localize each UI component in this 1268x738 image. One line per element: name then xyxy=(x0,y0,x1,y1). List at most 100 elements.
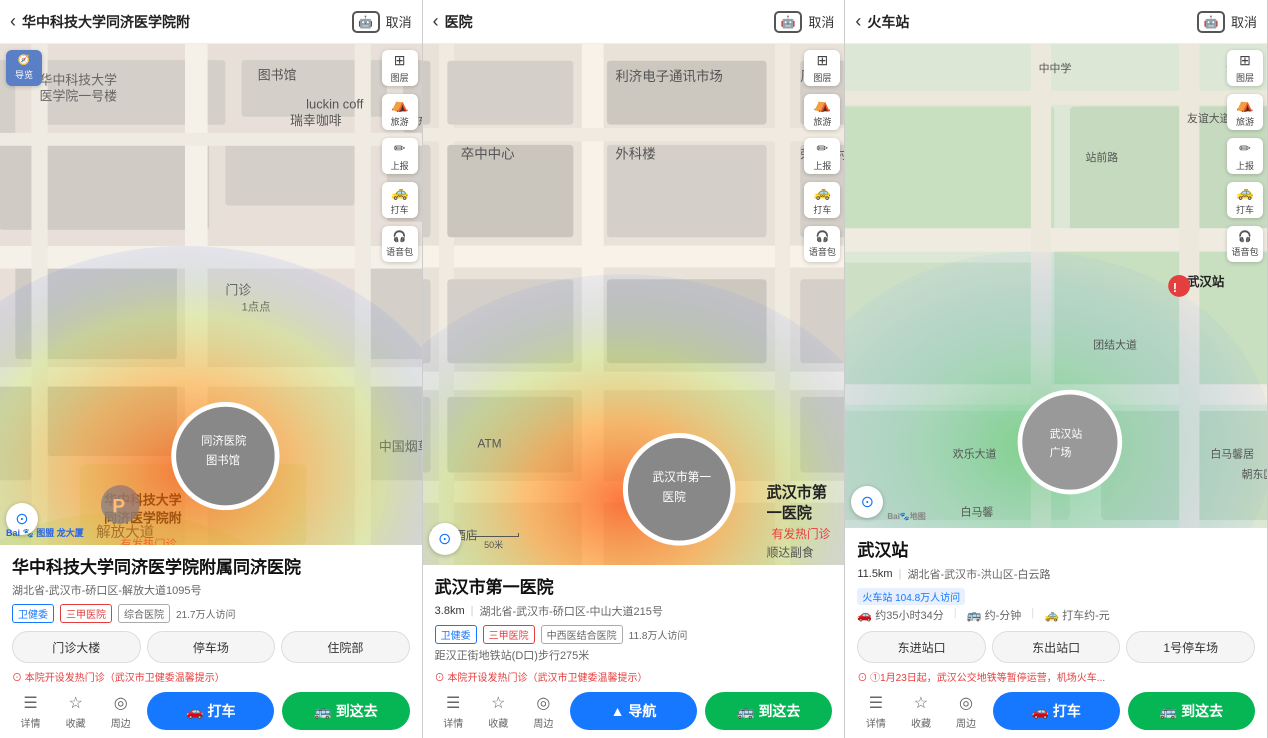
action-east-exit-3[interactable]: 东出站口 xyxy=(992,631,1121,663)
taxi-icon-btn-1[interactable]: 🚕 打车 xyxy=(382,182,418,218)
top-bar-2: ‹ 医院 🤖 取消 xyxy=(423,0,845,44)
car-icon-3: 🚗 xyxy=(857,608,872,622)
svg-text:欢乐大道: 欢乐大道 xyxy=(953,447,997,461)
nav-nearby-1[interactable]: ◎ 周边 xyxy=(102,693,139,730)
layer-btn-2[interactable]: ⊞ 图层 xyxy=(804,50,840,86)
report-btn-1[interactable]: ✏ 上报 xyxy=(382,138,418,174)
action-parking-1[interactable]: 停车场 xyxy=(147,631,276,663)
info-card-1: 华中科技大学同济医学院附属同济医院 湖北省-武汉市-硚口区-解放大道1095号 … xyxy=(0,545,422,692)
nav-collect-3[interactable]: ☆ 收藏 xyxy=(902,693,939,730)
tourism-btn-1[interactable]: ⛺ 旅游 xyxy=(382,94,418,130)
place-addr-1: 湖北省-武汉市-硚口区-解放大道1095号 xyxy=(12,582,410,598)
place-warning-3: ⊙ ①1月23日起，武汉公交地铁等暂停运营，机场火车... xyxy=(857,669,1255,692)
robot-icon-2[interactable]: 🤖 xyxy=(774,11,802,33)
voice-btn-1[interactable]: 🎧 语音包 xyxy=(382,226,418,262)
tourism-btn-2[interactable]: ⛺ 旅游 xyxy=(804,94,840,130)
search-title-3: 火车站 xyxy=(867,12,1191,32)
taxi-icon-1: 🚗 xyxy=(186,703,203,720)
panel-train-station: ‹ 火车站 🤖 取消 xyxy=(845,0,1268,738)
nav-detail-3[interactable]: ☰ 详情 xyxy=(857,693,894,730)
collect-label-1: 收藏 xyxy=(66,715,86,730)
bus-icon-3: 🚌 xyxy=(967,608,982,622)
robot-icon-3[interactable]: 🤖 xyxy=(1197,11,1225,33)
nav-cta-btn-3[interactable]: 🚌 到这去 xyxy=(1128,692,1255,730)
back-button-2[interactable]: ‹ xyxy=(433,11,439,32)
action-outpatient-1[interactable]: 门诊大楼 xyxy=(12,631,141,663)
nav-detail-2[interactable]: ☰ 详情 xyxy=(435,693,472,730)
place-title-3: 武汉站 xyxy=(857,540,1255,562)
top-bar-3: ‹ 火车站 🤖 取消 xyxy=(845,0,1267,44)
bus-icon-cta-3: 🚌 xyxy=(1160,703,1177,720)
svg-text:团结大道: 团结大道 xyxy=(1094,337,1138,351)
bottom-area-2: ☰ 详情 ☆ 收藏 ◎ 周边 ▲ 导航 🚌 到这去 xyxy=(423,692,845,738)
action-east-entry-3[interactable]: 东进站口 xyxy=(857,631,986,663)
taxi-icon-3: 🚗 xyxy=(1031,703,1048,720)
dist-taxi-3: 🚕 打车约-元 xyxy=(1044,607,1110,623)
svg-text:中中学: 中中学 xyxy=(1039,61,1072,75)
nav-collect-1[interactable]: ☆ 收藏 xyxy=(57,693,94,730)
nav-nearby-2[interactable]: ◎ 周边 xyxy=(525,693,562,730)
nearby-label-1: 周边 xyxy=(111,715,131,730)
svg-text:武汉站: 武汉站 xyxy=(1050,426,1083,440)
svg-text:同济医院: 同济医院 xyxy=(201,434,246,448)
warning-icon-2: ⊙ xyxy=(435,673,448,684)
report-btn-2[interactable]: ✏ 上报 xyxy=(804,138,840,174)
layer-btn-1[interactable]: ⊞ 图层 xyxy=(382,50,418,86)
nav-cta-btn2-nav[interactable]: ▲ 导航 xyxy=(570,692,697,730)
tourism-btn-3[interactable]: ⛺ 旅游 xyxy=(1227,94,1263,130)
guide-btn-1[interactable]: 🧭 导览 xyxy=(6,50,42,86)
meta-highlight-3: 火车站 104.8万人访问 xyxy=(857,588,965,605)
detail-label-3: 详情 xyxy=(866,715,886,730)
voice-btn-3[interactable]: 🎧 语音包 xyxy=(1227,226,1263,262)
taxi-cta-btn-1[interactable]: 🚗 打车 xyxy=(147,692,274,730)
svg-text:武汉市第: 武汉市第 xyxy=(766,484,826,502)
place-title-1: 华中科技大学同济医学院附属同济医院 xyxy=(12,557,410,579)
nav-collect-2[interactable]: ☆ 收藏 xyxy=(480,693,517,730)
svg-text:瑞幸咖啡: 瑞幸咖啡 xyxy=(290,113,342,128)
svg-text:武汉市第一: 武汉市第一 xyxy=(652,470,711,484)
place-warning-1: ⊙ 本院开设发热门诊（武汉市卫健委温馨提示） xyxy=(12,669,410,692)
taxi-cta-btn-3[interactable]: 🚗 打车 xyxy=(993,692,1120,730)
taxi-dist-icon-3: 🚕 xyxy=(1044,608,1059,622)
action-parking-3[interactable]: 1号停车场 xyxy=(1126,631,1255,663)
taxi-icon-btn-2[interactable]: 🚕 打车 xyxy=(804,182,840,218)
cta-area-2: ☰ 详情 ☆ 收藏 ◎ 周边 ▲ 导航 🚌 到这去 xyxy=(423,692,845,738)
panel-hospital: ‹ 华中科技大学同济医学院附 🤖 取消 xyxy=(0,0,423,738)
place-actions-3: 东进站口 东出站口 1号停车场 xyxy=(857,631,1255,663)
robot-icon-1[interactable]: 🤖 xyxy=(352,11,380,33)
back-button-3[interactable]: ‹ xyxy=(855,11,861,32)
map-area-2: 利济电子通讯市场 中国移动 周黑鸭 荣华东村小区 卒中中心 外科楼 二号楼 六角… xyxy=(423,44,845,565)
svg-text:卒中中心: 卒中中心 xyxy=(460,146,514,161)
svg-text:医学院一号楼: 医学院一号楼 xyxy=(40,89,118,104)
layer-btn-3[interactable]: ⊞ 图层 xyxy=(1227,50,1263,86)
voice-btn-2[interactable]: 🎧 语音包 xyxy=(804,226,840,262)
nav-detail-1[interactable]: ☰ 详情 xyxy=(12,693,49,730)
nav-cta-btn-1[interactable]: 🚌 到这去 xyxy=(282,692,409,730)
cta-area-3: ☰ 详情 ☆ 收藏 ◎ 周边 🚗 打车 🚌 到这去 xyxy=(845,692,1267,738)
svg-text:站前路: 站前路 xyxy=(1086,150,1119,164)
dist-2: 3.8km xyxy=(435,605,465,617)
action-inpatient-1[interactable]: 住院部 xyxy=(281,631,410,663)
cta-area-1: ☰ 详情 ☆ 收藏 ◎ 周边 🚗 打车 🚌 到这去 xyxy=(0,692,422,738)
place-tags-2: 卫健委 三甲医院 中西医结合医院 11.8万人访问 xyxy=(435,625,833,644)
cancel-button-1[interactable]: 取消 xyxy=(386,12,412,31)
svg-text:顺达副食: 顺达副食 xyxy=(766,546,813,560)
cancel-button-3[interactable]: 取消 xyxy=(1231,12,1257,31)
locate-btn-2[interactable]: ⊙ xyxy=(429,523,461,555)
nearby-icon-2: ◎ xyxy=(536,693,550,713)
nav-nearby-3[interactable]: ◎ 周边 xyxy=(948,693,985,730)
nearby-icon-1: ◎ xyxy=(114,693,128,713)
svg-text:!: ! xyxy=(1173,281,1177,295)
taxi-icon-btn-3[interactable]: 🚕 打车 xyxy=(1227,182,1263,218)
report-btn-3[interactable]: ✏ 上报 xyxy=(1227,138,1263,174)
place-title-2: 武汉市第一医院 xyxy=(435,577,833,599)
panel-first-hospital: ‹ 医院 🤖 取消 xyxy=(423,0,846,738)
tag-level-2: 三甲医院 xyxy=(483,625,535,644)
tag-jk-2: 卫健委 xyxy=(435,625,477,644)
nearby-label-2: 周边 xyxy=(533,715,553,730)
cancel-button-2[interactable]: 取消 xyxy=(808,12,834,31)
place-actions-1: 门诊大楼 停车场 住院部 xyxy=(12,631,410,663)
tag-type-2: 中西医结合医院 xyxy=(541,625,623,644)
back-button-1[interactable]: ‹ xyxy=(10,11,16,32)
nav-cta-btn-2[interactable]: 🚌 到这去 xyxy=(705,692,832,730)
